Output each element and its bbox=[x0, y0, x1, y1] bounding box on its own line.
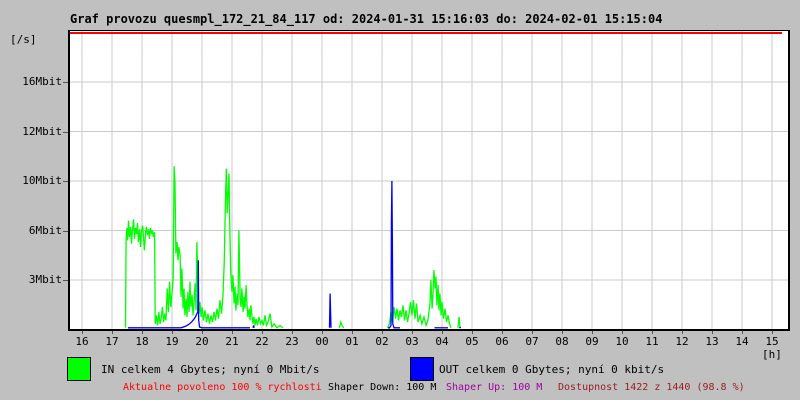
y-tick-label: 12Mbit bbox=[22, 124, 62, 138]
traffic-chart bbox=[70, 31, 788, 329]
x-tick-label: 00 bbox=[315, 335, 329, 348]
x-tick-label: 06 bbox=[495, 335, 509, 348]
x-tick-mark bbox=[82, 331, 83, 334]
x-tick-label: 12 bbox=[675, 335, 689, 348]
x-tick-mark bbox=[472, 331, 473, 334]
x-tick-mark bbox=[562, 331, 563, 334]
x-tick-label: 13 bbox=[705, 335, 719, 348]
x-tick-label: 08 bbox=[555, 335, 569, 348]
x-tick-label: 16 bbox=[75, 335, 89, 348]
x-tick-mark bbox=[592, 331, 593, 334]
x-tick-label: 10 bbox=[615, 335, 629, 348]
max-bandwidth-line bbox=[70, 32, 782, 34]
x-tick-label: 17 bbox=[105, 335, 119, 348]
x-tick-mark bbox=[712, 331, 713, 334]
x-tick-label: 09 bbox=[585, 335, 599, 348]
x-tick-mark bbox=[652, 331, 653, 334]
y-tick-mark bbox=[63, 82, 68, 83]
status-allowed-speed: Aktualne povoleno 100 % rychlosti bbox=[123, 382, 322, 393]
x-tick-label: 01 bbox=[345, 335, 359, 348]
x-tick-label: 11 bbox=[645, 335, 659, 348]
series-in bbox=[124, 166, 461, 329]
y-tick-label: 10Mbit bbox=[22, 174, 62, 187]
x-tick-mark bbox=[502, 331, 503, 334]
legend-out-swatch bbox=[410, 357, 434, 381]
x-tick-label: 20 bbox=[195, 335, 209, 348]
status-shaper-down: Shaper Down: 100 M bbox=[328, 382, 437, 393]
x-tick-mark bbox=[532, 331, 533, 334]
x-tick-mark bbox=[352, 331, 353, 334]
y-tick-label: 6Mbit bbox=[28, 223, 62, 237]
legend-out-label: OUT celkem 0 Gbytes; nyní 0 kbit/s bbox=[439, 363, 665, 376]
x-tick-label: 02 bbox=[375, 335, 389, 348]
gridlines bbox=[70, 31, 788, 329]
x-tick-label: 04 bbox=[435, 335, 449, 348]
x-tick-mark bbox=[142, 331, 143, 334]
x-tick-label: 18 bbox=[135, 335, 149, 348]
x-tick-mark bbox=[742, 331, 743, 334]
x-tick-label: 05 bbox=[465, 335, 479, 348]
x-tick-label: 15 bbox=[765, 335, 779, 348]
x-tick-mark bbox=[412, 331, 413, 334]
x-tick-mark bbox=[262, 331, 263, 334]
traffic-graph-window: Graf provozu quesmpl_172_21_84_117 od: 2… bbox=[0, 0, 800, 400]
x-tick-label: 14 bbox=[735, 335, 749, 348]
x-tick-mark bbox=[232, 331, 233, 334]
y-tick-label: 16Mbit bbox=[22, 75, 62, 88]
x-tick-mark bbox=[202, 331, 203, 334]
x-tick-label: 22 bbox=[255, 335, 269, 348]
x-tick-label: 03 bbox=[405, 335, 419, 348]
y-tick-mark bbox=[63, 181, 68, 182]
x-axis-unit-label: [h] bbox=[762, 348, 782, 361]
page-title: Graf provozu quesmpl_172_21_84_117 od: 2… bbox=[70, 12, 663, 26]
plot-area bbox=[68, 30, 790, 331]
x-tick-mark bbox=[682, 331, 683, 334]
x-tick-mark bbox=[172, 331, 173, 334]
x-tick-mark bbox=[112, 331, 113, 334]
x-tick-label: 21 bbox=[225, 335, 239, 348]
status-shaper-up: Shaper Up: 100 M bbox=[446, 382, 543, 393]
y-tick-label: 3Mbit bbox=[28, 273, 62, 286]
y-tick-mark bbox=[63, 132, 68, 133]
y-tick-mark bbox=[63, 231, 68, 232]
legend-in-swatch bbox=[67, 357, 91, 381]
x-tick-mark bbox=[292, 331, 293, 334]
y-tick-mark bbox=[63, 280, 68, 281]
legend-in-label: IN celkem 4 Gbytes; nyní 0 Mbit/s bbox=[101, 363, 320, 376]
x-tick-mark bbox=[772, 331, 773, 334]
x-tick-mark bbox=[442, 331, 443, 334]
x-tick-mark bbox=[322, 331, 323, 334]
x-tick-label: 07 bbox=[525, 335, 539, 348]
y-axis-unit-label: [/s] bbox=[10, 33, 37, 46]
status-availability: Dostupnost 1422 z 1440 (98.8 %) bbox=[558, 382, 745, 393]
x-tick-mark bbox=[622, 331, 623, 334]
x-tick-mark bbox=[382, 331, 383, 334]
x-tick-label: 19 bbox=[165, 335, 179, 348]
x-tick-label: 23 bbox=[285, 335, 299, 348]
